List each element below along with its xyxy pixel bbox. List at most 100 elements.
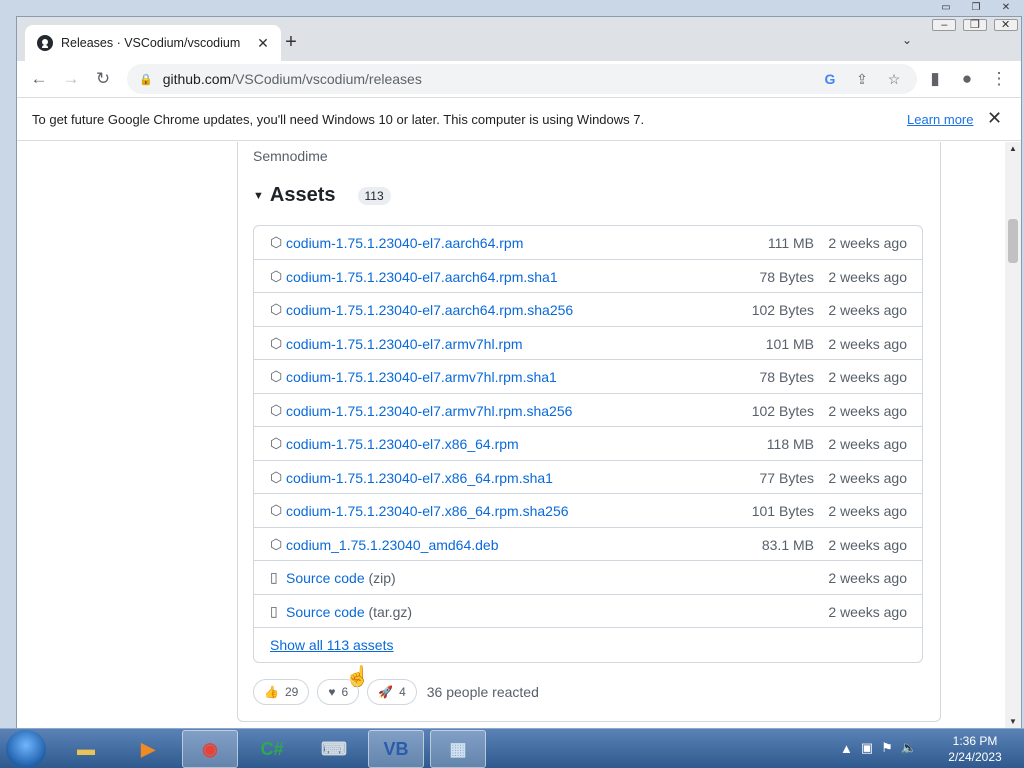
close-icon[interactable]: ✕ [993,19,1018,31]
asset-row[interactable]: ⬡ codium-1.75.1.23040-el7.aarch64.rpm.sha… [254,293,922,327]
lock-icon: 🔒 [139,73,153,86]
close-icon[interactable]: ✕ [992,2,1020,15]
reaction-heart[interactable]: ♥ 6 [317,679,360,705]
address-bar[interactable]: 🔒 github.com /VSCodium/vscodium/releases… [127,64,917,94]
github-icon [37,35,53,51]
package-icon: ⬡ [270,234,283,250]
flag-icon[interactable]: ⚑ [881,740,893,756]
package-icon: ⬡ [270,334,283,351]
asset-date: 2 weeks ago [828,503,907,519]
chrome-icon[interactable]: ◉ [182,730,238,768]
thumbs-up-icon: 👍 [264,685,279,699]
reaction-thumbs-up[interactable]: 👍 29 [253,679,310,705]
star-icon[interactable]: ☆ [885,70,903,88]
asset-row[interactable]: ⬡ codium-1.75.1.23040-el7.aarch64.rpm 111 … [254,226,922,260]
reaction-rocket[interactable]: 🚀 4 [367,679,417,705]
restore-icon[interactable]: ❐ [962,19,987,31]
assets-header[interactable]: ▼ Assets 113 [253,184,391,207]
back-icon[interactable]: ← [25,65,53,93]
asset-name[interactable]: codium-1.75.1.23040-el7.x86_64.rpm.sha1 [286,470,553,486]
url-host: github.com [162,71,232,87]
asset-row[interactable]: ⬡ codium-1.75.1.23040-el7.x86_64.rpm.sha2… [254,494,922,528]
asset-row[interactable]: ⬡ codium-1.75.1.23040-el7.armv7hl.rpm.sha… [254,360,922,394]
asset-name[interactable]: codium-1.75.1.23040-el7.x86_64.rpm [286,436,519,452]
network-icon[interactable]: ▣ [861,740,873,756]
start-button[interactable] [6,730,46,768]
share-icon[interactable]: ⇪ [853,70,871,88]
release-author[interactable]: Semnodime [253,148,328,164]
clock[interactable]: 1:36 PM 2/24/2023 [940,733,1010,765]
minimize-icon[interactable]: – [932,19,957,31]
new-tab-icon[interactable]: + [279,31,303,55]
tray-expand-icon[interactable]: ▲ [840,741,853,756]
asset-size: 102 Bytes [751,302,814,318]
asset-name[interactable]: codium-1.75.1.23040-el7.armv7hl.rpm [286,336,523,352]
source-link[interactable]: Source code (tar.gz) [286,604,412,620]
explorer-icon[interactable]: ▬ [58,730,114,768]
asset-date: 2 weeks ago [828,268,907,285]
volume-icon[interactable]: 🔈 [901,740,917,756]
asset-date: 2 weeks ago [828,369,907,385]
reaction-count: 4 [399,685,406,699]
package-icon: ⬡ [270,435,283,451]
browser-window: Releases · VSCodium/vscodium ✕ + ⌄ – ❐ ✕… [16,16,1022,728]
asset-size: 77 Bytes [759,469,814,486]
asset-size: 101 Bytes [751,503,814,519]
source-row[interactable]: ▯ Source code (tar.gz) 2 weeks ago [254,595,922,628]
asset-row[interactable]: ⬡ codium_1.75.1.23040_amd64.deb 83.1 MB 2 w… [254,528,922,561]
package-icon: ⬡ [270,301,283,317]
asset-name[interactable]: codium-1.75.1.23040-el7.aarch64.rpm.sha1 [286,269,558,285]
asset-name[interactable]: codium-1.75.1.23040-el7.x86_64.rpm.sha25… [286,503,569,519]
asset-name[interactable]: codium-1.75.1.23040-el7.aarch64.rpm [286,235,523,251]
source-link[interactable]: Source code (zip) [286,570,396,586]
asset-name[interactable]: codium_1.75.1.23040_amd64.deb [286,537,499,553]
asset-name[interactable]: codium-1.75.1.23040-el7.armv7hl.rpm.sha1 [286,369,557,385]
tab-close-icon[interactable]: ✕ [255,35,271,52]
show-all-row: Show all 113 assets [254,628,922,662]
restore-icon[interactable]: ❐ [962,2,990,15]
google-translate-icon[interactable]: G [821,70,839,88]
package-icon: ⬡ [270,267,283,284]
asset-row[interactable]: ⬡ codium-1.75.1.23040-el7.x86_64.rpm.sha1… [254,461,922,494]
reactions-summary: 36 people reacted [426,684,539,700]
vb-icon[interactable]: VB [368,730,424,768]
tab-releases[interactable]: Releases · VSCodium/vscodium ✕ [25,25,281,61]
scrollbar-thumb[interactable] [1008,219,1018,263]
csharp-icon[interactable]: C# [244,730,300,768]
asset-row[interactable]: ⬡ codium-1.75.1.23040-el7.aarch64.rpm.sha… [254,260,922,293]
profile-icon[interactable]: ● [953,65,981,93]
media-player-icon[interactable]: ▶ [120,730,176,768]
asset-name[interactable]: codium-1.75.1.23040-el7.armv7hl.rpm.sha2… [286,403,572,419]
asset-name[interactable]: codium-1.75.1.23040-el7.aarch64.rpm.sha2… [286,302,573,318]
scroll-up-icon[interactable]: ▲ [1009,144,1017,153]
asset-row[interactable]: ⬡ codium-1.75.1.23040-el7.armv7hl.rpm.sha… [254,394,922,427]
infobar-close-icon[interactable]: ✕ [987,108,1002,129]
chevron-down-icon[interactable]: ⌄ [897,33,917,53]
source-format: (tar.gz) [368,603,413,620]
scroll-down-icon[interactable]: ▼ [1009,717,1017,726]
outer-window-controls: ▭ ❐ ✕ [926,2,1024,16]
learn-more-link[interactable]: Learn more [907,112,973,127]
windows-taskbar: ▬ ▶ ◉ C# ⌨ VB ▦ ▲ ▣ ⚑ 🔈 1:36 PM 2/24/202… [0,728,1024,768]
source-row[interactable]: ▯ Source code (zip) 2 weeks ago [254,561,922,595]
asset-date: 2 weeks ago [828,469,907,486]
reload-icon[interactable]: ↻ [89,65,117,93]
update-infobar: To get future Google Chrome updates, you… [17,97,1021,141]
infobar-message: To get future Google Chrome updates, you… [32,112,645,127]
package-icon: ⬡ [270,468,283,485]
asset-size: 111 MB [767,235,814,251]
minimize-icon[interactable]: ▭ [932,2,960,15]
asset-row[interactable]: ⬡ codium-1.75.1.23040-el7.x86_64.rpm 118 M… [254,427,922,461]
keyboard-icon[interactable]: ⌨ [306,730,362,768]
remote-desktop-icon[interactable]: ▦ [430,730,486,768]
vertical-scrollbar[interactable]: ▲ ▼ [1005,142,1021,728]
show-all-assets-link[interactable]: Show all 113 assets [270,637,393,653]
sidebar-icon[interactable]: ▮ [921,65,949,93]
menu-icon[interactable]: ⋮ [985,65,1013,93]
asset-date: 2 weeks ago [828,235,907,251]
package-icon: ⬡ [270,535,283,552]
rocket-icon: 🚀 [378,685,394,699]
asset-row[interactable]: ⬡ codium-1.75.1.23040-el7.armv7hl.rpm 101 … [254,327,922,360]
package-icon: ⬡ [270,401,283,418]
forward-icon[interactable]: → [57,65,85,93]
